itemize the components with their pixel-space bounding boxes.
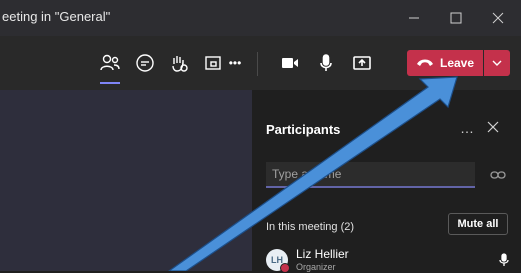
title-bar: eeting in "General" (0, 0, 521, 36)
presence-busy-icon (280, 263, 290, 273)
leave-options-button[interactable] (484, 50, 510, 76)
camera-icon[interactable] (277, 50, 303, 76)
mic-icon[interactable] (313, 50, 339, 76)
participants-icon[interactable] (97, 50, 123, 76)
panel-more-icon[interactable]: … (460, 120, 475, 136)
panel-title: Participants (266, 122, 341, 137)
share-link-icon[interactable] (490, 168, 506, 186)
participant-search-input[interactable] (266, 162, 475, 186)
close-icon[interactable] (480, 0, 516, 36)
chevron-down-icon (492, 60, 502, 66)
in-meeting-section-label: In this meeting (2) (266, 221, 355, 233)
leave-button[interactable]: Leave (407, 50, 483, 76)
participants-panel: Participants … In this meeting (2) Mute … (252, 90, 521, 273)
panel-close-icon[interactable] (486, 120, 500, 139)
leave-label: Leave (439, 56, 475, 70)
maximize-icon[interactable] (438, 0, 474, 36)
hang-up-icon (416, 56, 434, 70)
chat-icon[interactable] (132, 50, 158, 76)
minimize-icon[interactable] (396, 0, 432, 36)
toolbar-divider (257, 52, 258, 76)
participant-name: Liz Hellier (296, 247, 349, 261)
participant-search (266, 162, 475, 188)
participants-active-indicator (100, 82, 120, 84)
mute-all-button[interactable]: Mute all (448, 213, 508, 235)
more-icon[interactable]: ••• (222, 50, 248, 76)
video-stage (0, 90, 252, 271)
participant-mic-icon (498, 253, 510, 272)
raise-hand-icon[interactable] (166, 50, 192, 76)
window-title: eeting in "General" (2, 9, 111, 24)
participant-row[interactable]: LH Liz Hellier Organizer (266, 247, 516, 273)
share-icon[interactable] (349, 50, 375, 76)
